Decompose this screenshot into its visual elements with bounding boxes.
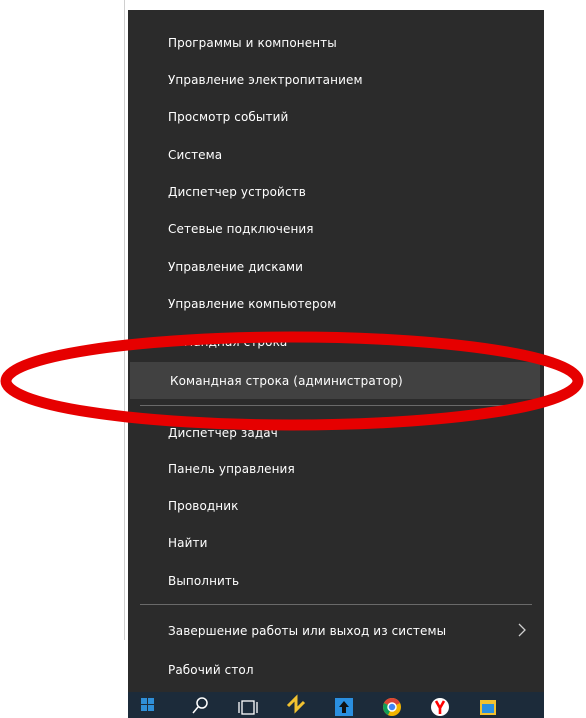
menu-item-network-connections[interactable]: Сетевые подключения — [128, 210, 544, 247]
menu-item-label: Просмотр событий — [168, 109, 289, 124]
screenshot: Программы и компоненты Управление электр… — [0, 0, 586, 718]
chrome-icon[interactable] — [372, 692, 412, 718]
menu-item-label: Диспетчер устройств — [168, 184, 306, 199]
menu-separator — [140, 405, 532, 406]
menu-separator — [140, 604, 532, 605]
app-icon[interactable] — [276, 692, 316, 718]
taskbar — [128, 692, 544, 718]
yandex-icon[interactable] — [420, 692, 460, 718]
menu-item-label: Диспетчер задач — [168, 425, 278, 440]
task-view-icon[interactable] — [228, 692, 268, 718]
menu-item-label: Управление компьютером — [168, 296, 337, 311]
menu-item-label: Программы и компоненты — [168, 35, 337, 50]
menu-item-computer-management[interactable]: Управление компьютером — [128, 285, 544, 322]
arrow-app-icon[interactable] — [324, 692, 364, 718]
menu-item-command-prompt-admin[interactable]: Командная строка (администратор) — [130, 362, 540, 399]
menu-item-label: Проводник — [168, 498, 239, 513]
menu-item-system[interactable]: Система — [128, 136, 544, 173]
background-window-edge — [124, 0, 125, 640]
windows-start-icon[interactable] — [128, 692, 168, 718]
menu-item-event-viewer[interactable]: Просмотр событий — [128, 98, 544, 135]
menu-item-label: Система — [168, 147, 223, 162]
menu-item-power-options[interactable]: Управление электропитанием — [128, 61, 544, 98]
menu-item-label: Завершение работы или выход из системы — [168, 623, 447, 638]
menu-item-device-manager[interactable]: Диспетчер устройств — [128, 173, 544, 210]
menu-item-label: Найти — [168, 535, 208, 550]
menu-item-command-prompt[interactable]: Командная строка — [128, 323, 544, 360]
menu-item-label: Выполнить — [168, 573, 240, 588]
chevron-right-icon — [514, 622, 530, 638]
menu-item-label: Рабочий стол — [168, 662, 254, 677]
menu-item-label: Управление электропитанием — [168, 72, 363, 87]
menu-item-disk-management[interactable]: Управление дисками — [128, 248, 544, 285]
menu-item-control-panel[interactable]: Панель управления — [128, 450, 544, 487]
menu-item-label: Управление дисками — [168, 259, 304, 274]
menu-item-label: Сетевые подключения — [168, 221, 314, 236]
menu-item-desktop[interactable]: Рабочий стол — [128, 651, 544, 688]
search-icon[interactable] — [180, 692, 220, 718]
menu-item-search[interactable]: Найти — [128, 524, 544, 561]
menu-item-shut-down-or-sign-out[interactable]: Завершение работы или выход из системы — [128, 612, 544, 649]
menu-item-label: Командная строка — [168, 334, 288, 349]
menu-item-run[interactable]: Выполнить — [128, 562, 544, 599]
winx-menu: Программы и компоненты Управление электр… — [128, 10, 544, 692]
menu-item-label: Командная строка (администратор) — [170, 373, 403, 388]
menu-item-programs-and-features[interactable]: Программы и компоненты — [128, 24, 544, 61]
menu-item-label: Панель управления — [168, 461, 295, 476]
menu-item-task-manager[interactable]: Диспетчер задач — [128, 414, 544, 451]
menu-item-file-explorer[interactable]: Проводник — [128, 487, 544, 524]
app-icon[interactable] — [468, 692, 508, 718]
